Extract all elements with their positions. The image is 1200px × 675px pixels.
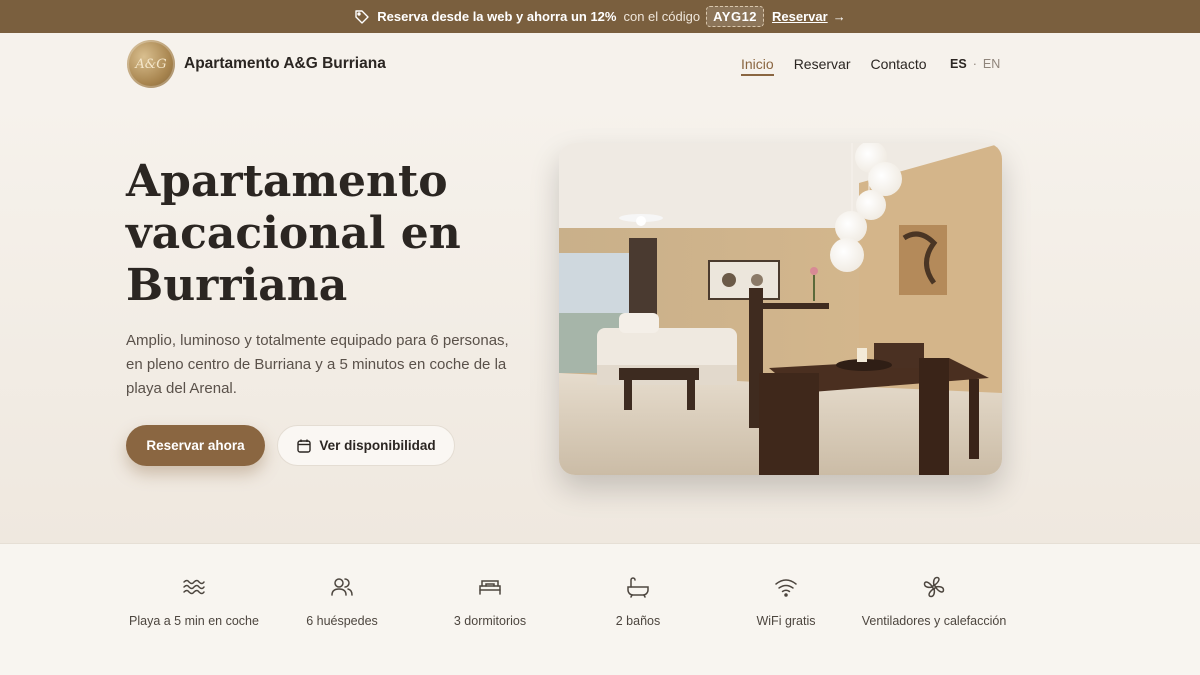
promo-code: AYG12: [706, 6, 765, 27]
feature-wifi: WiFi gratis: [712, 574, 860, 631]
brand-name[interactable]: Apartamento A&G Burriana: [184, 55, 386, 73]
logo-text: A&G: [135, 56, 167, 72]
language-switcher: ES · EN: [950, 57, 1000, 71]
feature-beach: Playa a 5 min en coche: [120, 574, 268, 631]
bed-icon: [477, 574, 503, 600]
feature-label: 3 dormitorios: [453, 614, 527, 628]
ver-disponibilidad-button[interactable]: Ver disponibilidad: [277, 425, 455, 466]
tag-icon: [354, 9, 370, 25]
apartment-photo: [559, 143, 1002, 475]
site-header: A&G Apartamento A&G Burriana Inicio Rese…: [0, 33, 1200, 97]
nav-item-inicio[interactable]: Inicio: [741, 56, 774, 76]
lang-separator: ·: [972, 57, 977, 71]
feature-climate: Ventiladores y calefacción: [860, 574, 1008, 631]
bath-icon: [625, 574, 651, 600]
lang-es[interactable]: ES: [950, 57, 967, 71]
nav-item-contacto[interactable]: Contacto: [870, 56, 926, 76]
feature-guests: 6 huéspedes: [268, 574, 416, 631]
promo-reservar-link[interactable]: Reservar: [772, 9, 828, 24]
main-nav: Inicio Reservar Contacto: [741, 56, 927, 76]
hero-description: Amplio, luminoso y totalmente equipado p…: [126, 332, 509, 397]
feature-label: Playa a 5 min en coche: [129, 614, 259, 628]
feature-bathrooms: 2 baños: [564, 574, 712, 631]
ver-disponibilidad-label: Ver disponibilidad: [319, 438, 436, 453]
features-bar: Playa a 5 min en coche 6 huéspedes 3 dor…: [0, 543, 1200, 675]
promo-subtext: con el código: [623, 9, 701, 24]
calendar-icon: [296, 438, 312, 454]
hero-title: Apartamento vacacional en Burriana: [126, 156, 461, 311]
promo-bar: Reserva desde la web y ahorra un 12% con…: [0, 0, 1200, 33]
feature-label: WiFi gratis: [756, 614, 816, 628]
nav-item-reservar[interactable]: Reservar: [794, 56, 851, 76]
feature-bedrooms: 3 dormitorios: [416, 574, 564, 631]
fan-icon: [921, 574, 947, 600]
feature-label: 2 baños: [615, 614, 661, 628]
users-icon: [329, 574, 355, 600]
wifi-icon: [773, 574, 799, 600]
feature-label: 6 huéspedes: [306, 614, 378, 628]
promo-headline: Reserva desde la web y ahorra un 12%: [377, 9, 617, 24]
arrow-right-icon: →: [832, 9, 846, 24]
logo[interactable]: A&G: [127, 40, 175, 88]
lang-en[interactable]: EN: [983, 57, 1000, 71]
feature-label: Ventiladores y calefacción: [861, 614, 1007, 628]
reservar-ahora-button[interactable]: Reservar ahora: [126, 425, 265, 466]
waves-icon: [181, 574, 207, 600]
